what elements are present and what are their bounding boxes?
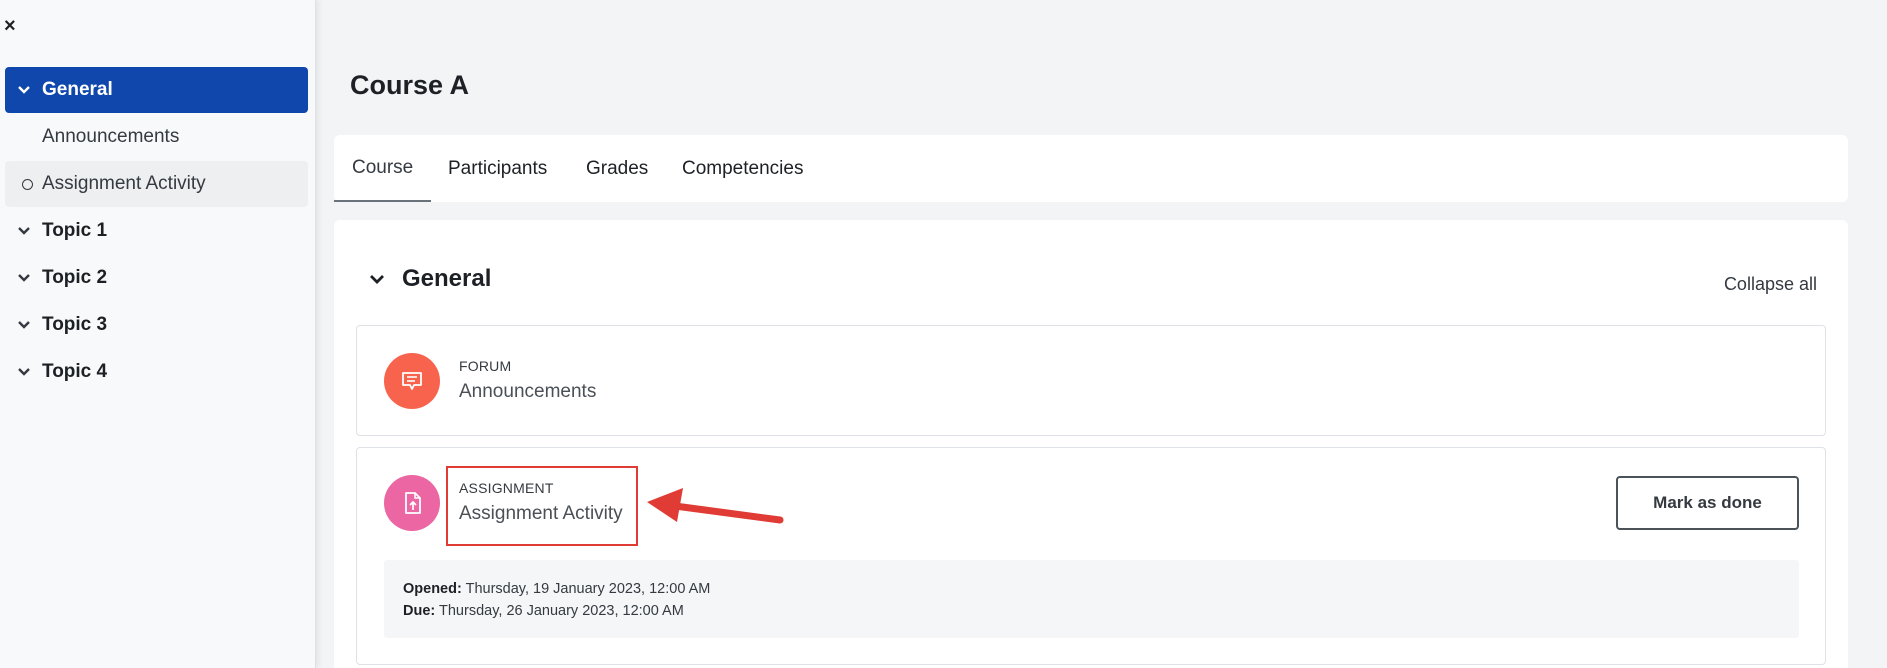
chevron-down-icon bbox=[5, 271, 42, 285]
tab-course[interactable]: Course bbox=[334, 135, 432, 202]
activity-dates: Opened: Thursday, 19 January 2023, 12:00… bbox=[384, 560, 1799, 638]
opened-label: Opened: bbox=[403, 581, 462, 597]
sidebar-item-label: Topic 1 bbox=[42, 220, 108, 241]
section-title: General bbox=[402, 265, 492, 292]
sidebar-item-topic-2[interactable]: Topic 2 bbox=[5, 255, 308, 301]
opened-date: Thursday, 19 January 2023, 12:00 AM bbox=[465, 581, 711, 597]
assignment-icon bbox=[384, 475, 440, 531]
due-label: Due: bbox=[403, 603, 436, 619]
sidebar-item-general[interactable]: General bbox=[5, 67, 308, 113]
chevron-down-icon bbox=[5, 224, 42, 238]
chevron-down-icon bbox=[5, 83, 42, 97]
activity-name-link[interactable]: Announcements bbox=[459, 381, 596, 403]
sidebar-item-topic-1[interactable]: Topic 1 bbox=[5, 208, 308, 254]
due-date: Thursday, 26 January 2023, 12:00 AM bbox=[439, 603, 684, 619]
activity-assignment: ASSIGNMENT Assignment Activity Mark as d… bbox=[356, 447, 1826, 665]
due-date-row: Due: Thursday, 26 January 2023, 12:00 AM bbox=[403, 600, 1780, 622]
activity-forum: FORUM Announcements bbox=[356, 325, 1826, 436]
sidebar-item-label: General bbox=[42, 79, 113, 100]
secondary-navigation: Course Participants Grades Competencies bbox=[334, 135, 1848, 202]
course-index-drawer: × General Announcements Assignment Activ… bbox=[0, 0, 316, 668]
page-title: Course A bbox=[350, 70, 470, 100]
sidebar-item-topic-4[interactable]: Topic 4 bbox=[5, 349, 308, 395]
tab-grades[interactable]: Grades bbox=[586, 135, 648, 202]
sidebar-item-topic-3[interactable]: Topic 3 bbox=[5, 302, 308, 348]
chevron-down-icon bbox=[370, 275, 384, 284]
sidebar-item-label: Assignment Activity bbox=[42, 173, 206, 194]
opened-date-row: Opened: Thursday, 19 January 2023, 12:00… bbox=[403, 578, 1780, 600]
forum-icon bbox=[384, 353, 440, 409]
sidebar-item-label: Topic 4 bbox=[42, 361, 108, 382]
completion-circle-icon bbox=[5, 178, 42, 190]
close-drawer-icon[interactable]: × bbox=[4, 15, 22, 37]
collapse-all-link[interactable]: Collapse all bbox=[1724, 274, 1817, 295]
annotation-arrow-icon bbox=[647, 488, 784, 524]
sidebar-item-label: Announcements bbox=[42, 126, 180, 147]
sidebar-item-assignment-activity[interactable]: Assignment Activity bbox=[5, 161, 308, 207]
mark-as-done-button[interactable]: Mark as done bbox=[1616, 476, 1799, 530]
sidebar-item-announcements[interactable]: Announcements bbox=[5, 114, 308, 160]
activity-type-label: FORUM bbox=[459, 358, 512, 374]
tab-competencies[interactable]: Competencies bbox=[682, 135, 803, 202]
sidebar-item-label: Topic 2 bbox=[42, 267, 108, 288]
sidebar-item-label: Topic 3 bbox=[42, 314, 108, 335]
section-toggle-general[interactable]: General bbox=[368, 265, 491, 293]
chevron-down-icon bbox=[5, 318, 42, 332]
annotation-highlight-box bbox=[446, 466, 638, 546]
chevron-down-icon bbox=[5, 365, 42, 379]
tab-participants[interactable]: Participants bbox=[448, 135, 547, 202]
